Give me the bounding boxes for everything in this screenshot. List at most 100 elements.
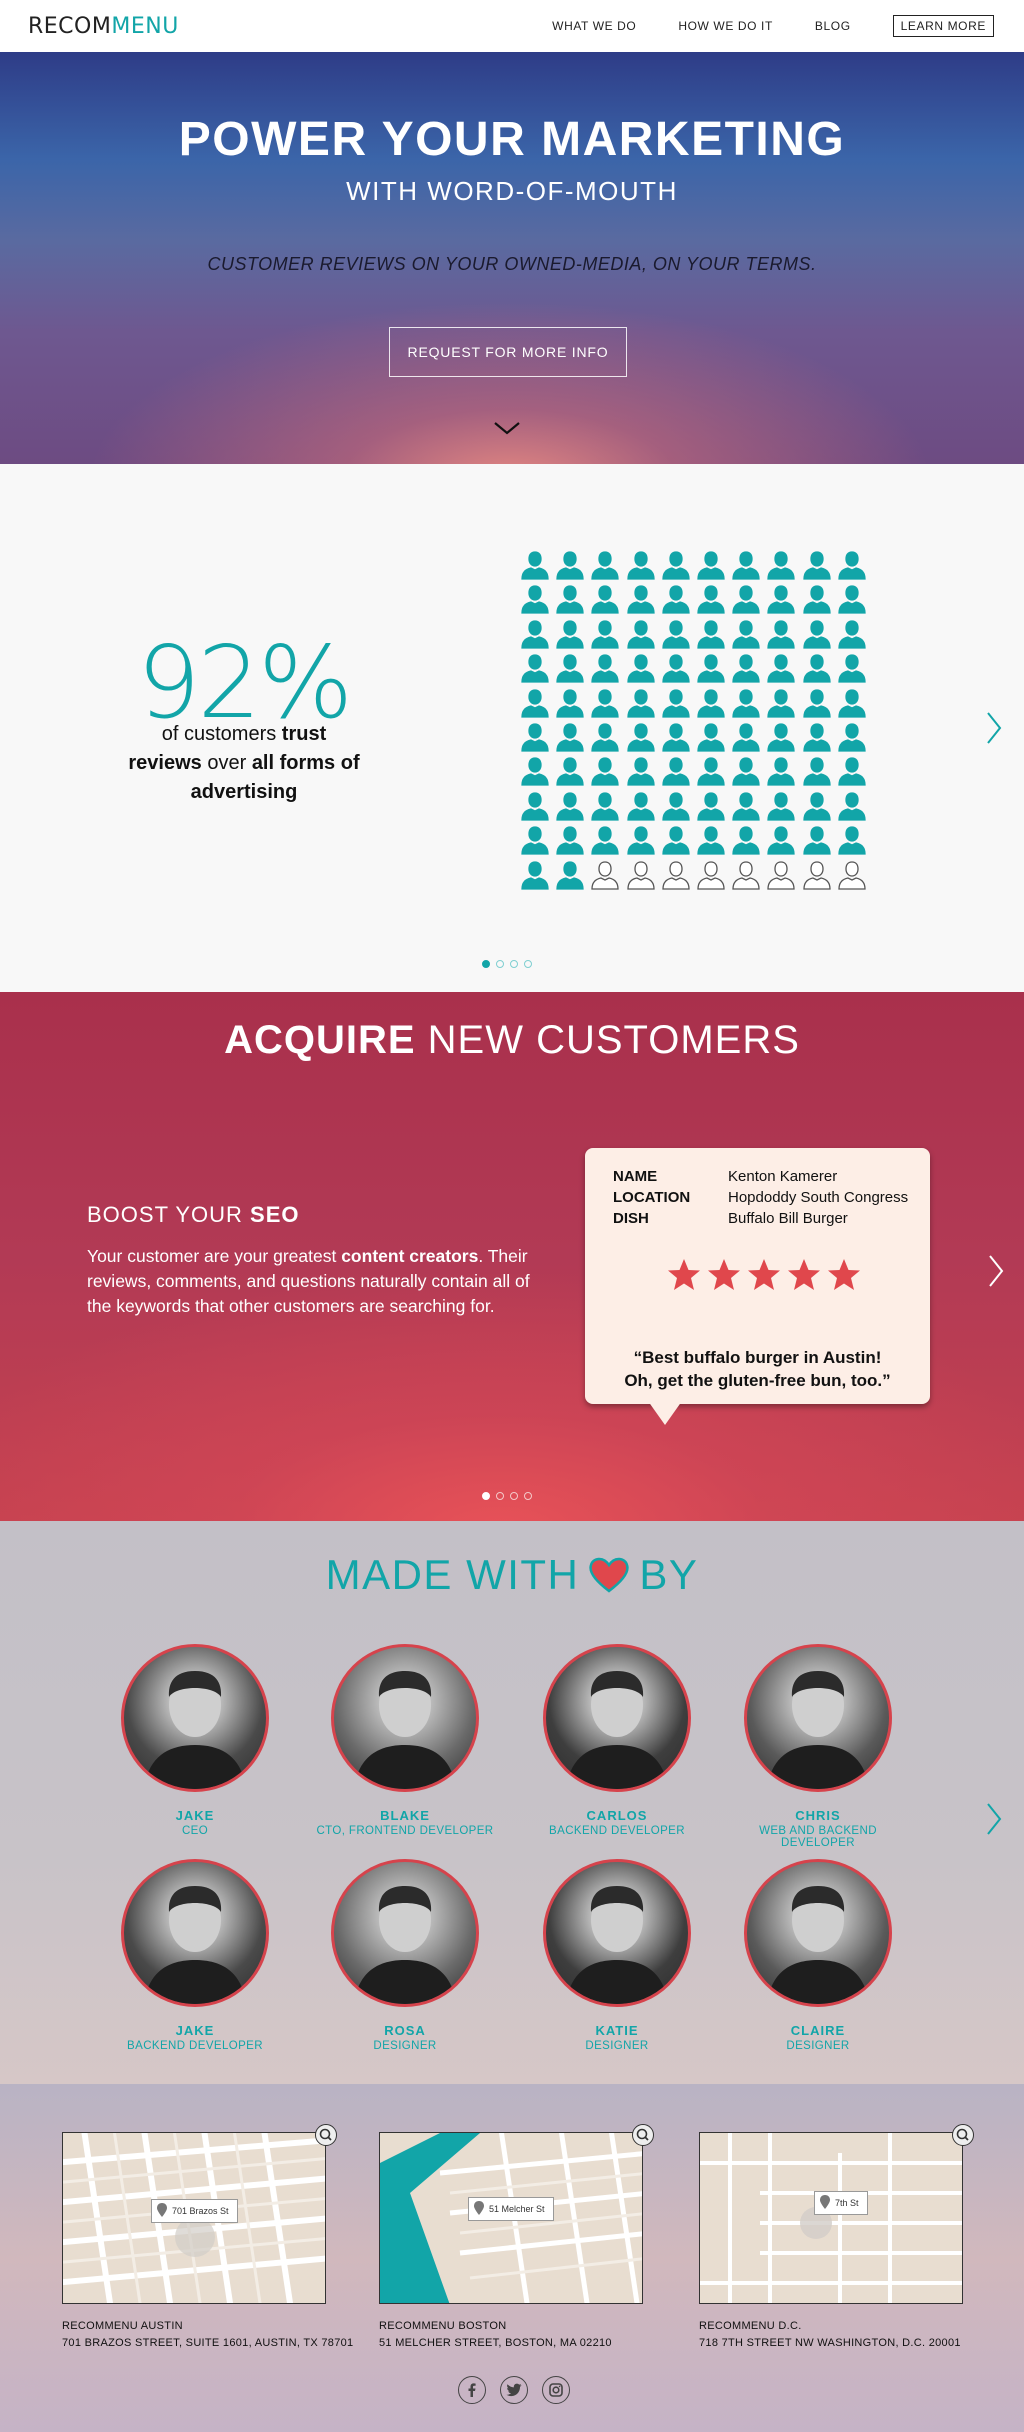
acquire-title: ACQUIRE NEW CUSTOMERS [0,1018,1024,1063]
portrait-silhouette-icon [144,1671,246,1789]
next-arrow-icon[interactable] [987,1253,1005,1289]
star-icon [748,1259,780,1290]
map-zoom-icon[interactable] [632,2124,654,2146]
member-name: BLAKE [380,1808,430,1823]
person-icon-filled [767,551,795,580]
review-quote: “Best buffalo burger in Austin! Oh, get … [585,1346,930,1392]
map-zoom-icon[interactable] [952,2124,974,2146]
office-name-dc: RECOMMENU D.C. [699,2320,802,2332]
stat-text-2: over [201,752,252,774]
person-icon-filled [556,585,584,615]
carousel-dot[interactable] [496,960,504,968]
member-role: DESIGNER [373,2040,437,2052]
avatar [121,1644,269,1792]
person-icon-filled [697,792,725,821]
person-icon-filled [521,551,549,580]
person-icon-filled [521,688,549,718]
facebook-icon[interactable] [458,2376,486,2404]
instagram-icon[interactable] [542,2376,570,2404]
carousel-dot[interactable] [510,1492,518,1500]
avatar [543,1644,691,1792]
office-name-boston: RECOMMENU BOSTON [379,2320,507,2332]
learn-more-button[interactable]: LEARN MORE [892,15,994,37]
hero-tagline: CUSTOMER REVIEWS ON YOUR OWNED-MEDIA, ON… [207,254,817,274]
star-rating [667,1258,861,1292]
carousel-dot[interactable] [510,960,518,968]
avatar [543,1859,691,2007]
map-dc[interactable]: 7th St [699,2132,963,2304]
person-icon-filled [697,723,725,752]
request-info-button[interactable]: REQUEST FOR MORE INFO [389,327,627,377]
person-icon-empty [732,860,760,890]
person-icon-filled [556,757,584,786]
member-role: CTO, FRONTEND DEVELOPER [316,1825,494,1837]
portrait-silhouette-icon [767,1886,869,2004]
seo-text-bold: content creators [341,1246,479,1266]
person-icon-empty [767,860,795,890]
seo-text-1: Your customer are your greatest [87,1246,342,1266]
member-role: BACKEND DEVELOPER [549,1825,685,1837]
logo[interactable]: RECOMMENU [28,14,179,39]
carousel-dot[interactable] [482,1492,490,1500]
member-role: DESIGNER [585,2040,649,2052]
map-boston[interactable]: 51 Melcher St [379,2132,643,2304]
review-quote-line-1: “Best buffalo burger in Austin! [633,1348,882,1367]
map-austin[interactable]: 701 Brazos St [62,2132,326,2304]
nav-link-how-we-do-it[interactable]: HOW WE DO IT [678,19,773,33]
carousel-dot[interactable] [524,1492,532,1500]
person-icon-filled [767,792,795,821]
person-icon-filled [802,551,831,580]
seo-bold: SEO [250,1202,300,1227]
person-icon-filled [591,551,620,580]
review-name-value: Kenton Kamerer [728,1168,838,1185]
avatar [121,1859,269,2007]
star-icon [668,1259,700,1290]
office-address-dc: 718 7TH STREET NW WASHINGTON, D.C. 20001 [699,2337,961,2349]
next-arrow-icon[interactable] [985,1801,1003,1837]
review-dish-label: DISH [613,1210,649,1227]
review-quote-line-2: Oh, get the gluten-free bun, too.” [624,1371,891,1390]
twitter-icon[interactable] [500,2376,528,2404]
map-zoom-icon[interactable] [315,2124,337,2146]
person-icon-filled [626,620,655,649]
person-icon-filled [626,826,655,855]
person-icon-filled [591,757,620,786]
person-icon-filled [626,723,655,752]
review-card-tail [648,1401,682,1425]
review-location-value: Hopdoddy South Congress [728,1189,909,1206]
office-name-austin: RECOMMENU AUSTIN [62,2320,183,2332]
person-icon-filled [626,792,655,821]
person-icon-filled [556,860,584,890]
person-icon-filled [591,688,620,718]
member-name: JAKE [175,1808,215,1823]
person-icon-filled [626,585,655,615]
next-arrow-icon[interactable] [985,710,1003,746]
nav-link-what-we-do[interactable]: WHAT WE DO [552,19,636,33]
person-icon-filled [556,620,584,649]
person-icon-filled [767,620,795,649]
person-icon-filled [767,826,795,855]
chevron-down-icon[interactable] [492,418,522,438]
person-icon-filled [662,792,690,821]
nav-link-blog[interactable]: BLOG [815,19,851,33]
person-icon-filled [626,551,655,580]
portrait-silhouette-icon [144,1886,246,2004]
person-icon-filled [697,826,725,855]
person-icon-filled [732,826,760,855]
stat-description: of customers trust reviews over all form… [124,720,364,807]
carousel-dot[interactable] [496,1492,504,1500]
member-role: DESIGNER [786,2040,850,2052]
acquire-carousel-dots [482,1492,532,1500]
team-member-card: JAKE BACKEND DEVELOPER [100,1859,290,2052]
member-role: CEO [181,1825,209,1837]
team-member-card: JAKE CEO [100,1644,290,1837]
seo-title: BOOST YOUR SEO [87,1202,299,1228]
person-icon-filled [591,723,620,752]
carousel-dot[interactable] [482,960,490,968]
person-icon-filled [767,723,795,752]
person-icon-filled [802,757,831,786]
carousel-dot[interactable] [524,960,532,968]
avatar [744,1644,892,1792]
person-icon-filled [626,757,655,786]
person-icon-filled [521,792,549,821]
